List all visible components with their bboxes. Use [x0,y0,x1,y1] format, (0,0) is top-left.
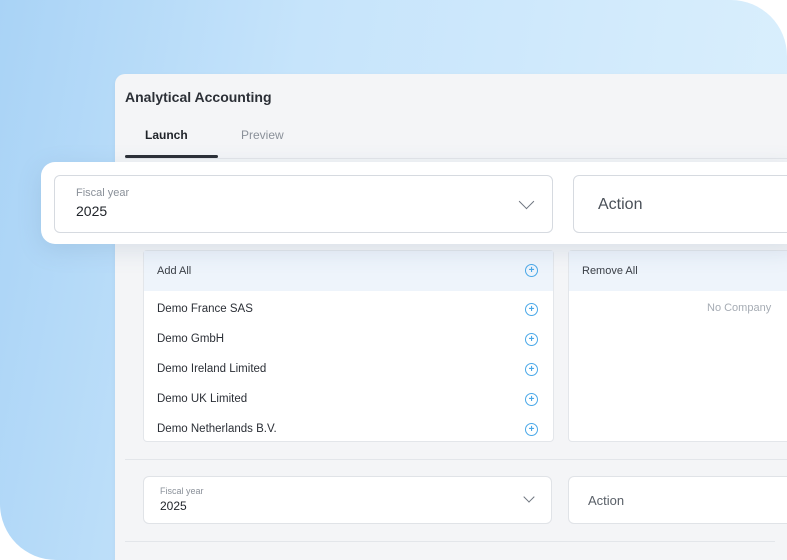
list-item: Demo Netherlands B.V. [157,423,277,435]
highlighted-form-row: Fiscal year 2025 Action [41,162,787,244]
remove-all-label: Remove All [582,265,638,277]
add-all-icon[interactable]: + [525,264,538,277]
add-item-icon[interactable]: + [525,333,538,346]
action-placeholder: Action [598,196,643,213]
action-placeholder: Action [588,493,625,508]
fiscal-year-value: 2025 [76,203,108,219]
app-panel: Analytical Accounting Launch Preview Add… [115,74,787,560]
fiscal-year-select[interactable]: Fiscal year 2025 [54,175,553,233]
remove-all-row[interactable]: Remove All [569,251,787,291]
list-item: Demo Ireland Limited [157,363,267,375]
chevron-down-icon [518,193,535,210]
tab-launch[interactable]: Launch [145,128,188,142]
list-item: Demo GmbH [157,333,225,345]
empty-state-text: No Company [707,302,772,314]
available-companies-list: Add All + Demo France SAS + Demo GmbH + … [143,250,554,442]
fiscal-year-label: Fiscal year [160,486,204,496]
divider [125,459,787,460]
action-select-secondary[interactable]: Action [568,476,787,524]
fiscal-year-select-secondary[interactable]: Fiscal year 2025 [143,476,552,524]
add-item-icon[interactable]: + [525,363,538,376]
add-item-icon[interactable]: + [525,423,538,436]
list-item: Demo UK Limited [157,393,248,405]
page-title: Analytical Accounting [125,89,272,105]
chevron-down-icon [523,491,535,503]
fiscal-year-value: 2025 [160,499,187,513]
add-item-icon[interactable]: + [525,393,538,406]
list-item: Demo France SAS [157,303,253,315]
add-all-row[interactable]: Add All + [144,251,553,291]
selected-companies-list: Remove All No Company [568,250,787,442]
divider [125,541,775,542]
tab-preview[interactable]: Preview [241,128,284,142]
background-frame: Analytical Accounting Launch Preview Add… [0,0,787,560]
add-all-label: Add All [157,265,192,277]
fiscal-year-label: Fiscal year [76,187,130,199]
add-item-icon[interactable]: + [525,303,538,316]
active-tab-indicator [125,155,218,158]
tab-bar: Launch Preview [125,120,787,159]
action-select[interactable]: Action [573,175,787,233]
